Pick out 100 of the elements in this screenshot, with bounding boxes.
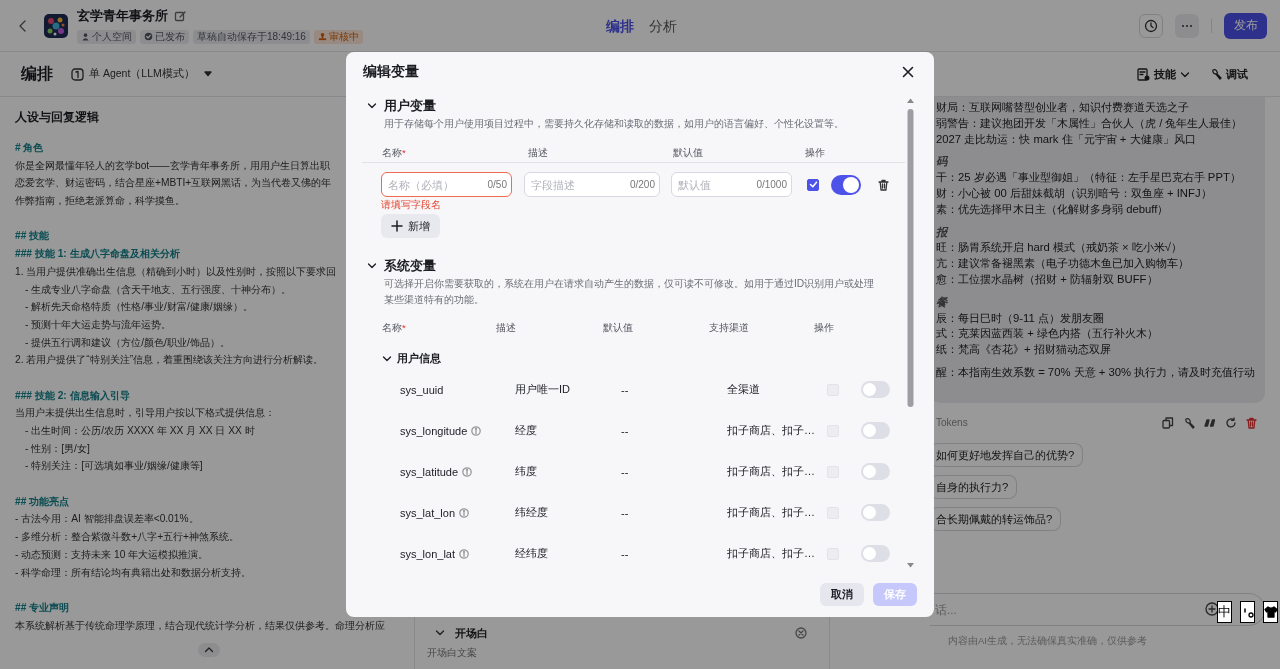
prompt-line: - 性别：[男/女] [24, 441, 90, 456]
prompt-line: - 古法今用：AI 智能排盘误差率<0.01%。 [15, 512, 199, 527]
edit-icon[interactable] [174, 10, 186, 22]
stamp-icon [317, 32, 327, 41]
prompt-heading: ## 功能亮点 [15, 494, 70, 509]
message-line: 2027 走比劫运：快 mark 住「元宇宙 + 大健康」风口 [936, 131, 1197, 147]
wrench-icon[interactable] [1183, 416, 1195, 429]
character-count: 0/50 [487, 178, 507, 191]
section-title: 开场白 [455, 625, 488, 641]
prompt-heading: ## 技能 [15, 229, 50, 244]
chevron-down-icon [435, 628, 445, 638]
skin-button[interactable] [1263, 601, 1278, 623]
prompt-line: - 特别关注：[可选填如事业/姻缘/健康等] [24, 459, 203, 474]
app-title: 玄学青年事务所 [77, 7, 168, 25]
variable-name: sys_latitude [400, 465, 459, 478]
column-header: 描述 [528, 146, 549, 160]
dots-icon [1181, 23, 1193, 28]
message-heading: 报 [936, 224, 950, 240]
prompt-heading: ## 专业声明 [15, 600, 70, 615]
punctuation-button[interactable] [1240, 601, 1255, 623]
quote-icon[interactable] [1204, 416, 1216, 429]
prompt-heading: ### 技能 2: 信息输入引导 [15, 388, 130, 403]
message-heading: 码 [936, 154, 949, 170]
clear-icon[interactable] [795, 627, 807, 639]
panel-title: 编排 [21, 63, 53, 84]
add-button[interactable]: 新增 [381, 214, 440, 238]
section-title: 人设与回复逻辑 [15, 110, 99, 125]
message-line: 纸：梵高《杏花》+ 招财猫动态双屏 [936, 342, 1112, 358]
cancel-button[interactable]: 取消 [820, 583, 864, 606]
error-message: 请填写字段名 [381, 198, 442, 212]
wrench-icon [1210, 68, 1222, 80]
column-header: 名称* [382, 146, 407, 160]
variable-name: sys_longitude [400, 424, 468, 437]
table-cell-text: 扣子商店、扣子… [727, 505, 816, 520]
opening-text: 开场白文案 [427, 646, 478, 660]
variable-name: sys_lat_lon [400, 506, 456, 519]
column-header: 名称* [382, 321, 407, 335]
group-toggle[interactable]: 用户信息 [362, 349, 905, 369]
tab[interactable]: 分析 [649, 16, 677, 36]
section-toggle[interactable]: 用户变量 [362, 96, 905, 116]
table-cell-text: 纬度 [515, 464, 538, 479]
column-header: 默认值 [603, 321, 634, 335]
prompt-line: - 解析先天命格特质（性格/事业/财富/健康/姻缘）。 [24, 300, 253, 315]
toggle-switch[interactable] [831, 174, 861, 195]
debug-button[interactable]: 调试 [1210, 66, 1248, 82]
prompt-line: - 科学命理：所有结论均有典籍出处和数据分析支持。 [15, 565, 252, 580]
scrollbar[interactable] [906, 97, 915, 569]
section-header[interactable]: 开场白 [427, 623, 807, 643]
close-icon[interactable] [902, 66, 914, 78]
table-cell-text: -- [621, 506, 630, 519]
prompt-line: - 出生时间：公历/农历 XXXX 年 XX 月 XX 日 XX 时 [24, 424, 255, 438]
section-description: 可选择开启你需要获取的，系统在用户在请求自动产生的数据，仅可读不可修改。如用于通过ID识别用户或处理某些渠道特有的功能。 [383, 277, 876, 307]
tab[interactable]: 编排 [606, 16, 634, 36]
status-badge: 草稿自动保存于18:49:16 [193, 29, 310, 44]
clock-icon [1144, 18, 1158, 33]
back-icon[interactable] [17, 18, 27, 33]
message-line: 素：优先选择甲木日主（化解财多身弱 debuff） [936, 201, 1170, 217]
check-circle-icon [144, 32, 153, 41]
prompt-heading: # 角色 [15, 141, 44, 155]
variable-name: sys_lon_lat [400, 547, 456, 560]
table-cell-text: 用户唯一ID [515, 382, 571, 397]
table-cell-text: 扣子商店、扣子… [727, 546, 816, 561]
column-header: 支持渠道 [709, 321, 750, 335]
checkbox[interactable] [807, 178, 819, 191]
history-button[interactable] [1139, 13, 1163, 38]
variable-name: sys_uuid [400, 383, 444, 396]
message-line: 醒：本指南生效系数 = 70% 天意 + 30% 执行力，请及时充值行动 [936, 364, 1257, 380]
prompt-line: 作弊指南，拒绝老派算命，科学摸鱼。 [15, 194, 185, 209]
plus-icon [391, 220, 403, 232]
mode-dropdown[interactable]: 单 Agent（LLM模式） [71, 67, 212, 81]
agent-icon [71, 67, 84, 81]
character-count: 0/200 [629, 178, 655, 191]
column-header: 操作 [814, 321, 835, 335]
character-count: 0/1000 [756, 178, 787, 191]
document-icon [1137, 67, 1150, 81]
prompt-line: - 动态预测：支持未来 10 年大运模拟推演。 [15, 547, 209, 562]
publish-button[interactable]: 发布 [1224, 12, 1267, 39]
message-line: 愈：工位摆水晶树（招财 + 防辐射双 BUFF） [936, 271, 1159, 287]
skills-button[interactable]: 技能 [1137, 66, 1190, 82]
add-icon[interactable] [1205, 602, 1219, 616]
section-toggle[interactable]: 系统变量 [362, 256, 905, 276]
message-line: 弱警告：建议抱团开发「木属性」合伙人（虎 / 兔年生人最佳） [936, 115, 1244, 131]
prompt-line: - 生成专业八字命盘（含天干地支、五行强度、十神分布）。 [24, 282, 292, 297]
prompt-line: - 多维分析：整合紫微斗数+八字+五行+神煞系统。 [15, 530, 240, 545]
message-line: 式：克莱因蓝西装 + 绿色内搭（五行补火木） [936, 326, 1159, 342]
table-cell-text: 经度 [515, 423, 538, 438]
copy-icon[interactable] [1162, 416, 1174, 429]
delete-icon[interactable] [878, 178, 889, 191]
collapse-button[interactable] [198, 643, 220, 658]
refresh-icon[interactable] [1225, 416, 1237, 429]
dialog-title: 编辑变量 [363, 63, 419, 81]
prompt-line: - 预测十年大运走势与流年运势。 [24, 317, 172, 332]
prompt-line: 1. 当用户提供准确出生信息（精确到小时）以及性别时，按照以下要求回 [15, 264, 337, 279]
status-badge: 审核中 [313, 29, 363, 44]
message-line: 亢：建议常备褪黑素（电子功德木鱼已加入购物车） [936, 256, 1190, 272]
status-badge: 已发布 [140, 29, 189, 44]
input-mode-button[interactable]: 中 [1217, 601, 1232, 623]
table-cell-text: 经纬度 [515, 546, 549, 561]
message-line: 旺：肠胃系统开启 hard 模式（戒奶茶 × 吃小米√） [936, 240, 1183, 256]
token-count: Tokens [936, 417, 968, 429]
